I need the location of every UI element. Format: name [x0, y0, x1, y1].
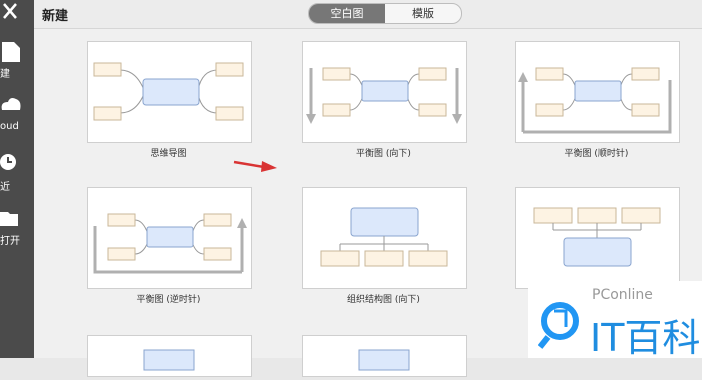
folder-icon	[0, 212, 18, 226]
template-card[interactable]	[302, 335, 467, 377]
template-card-balance-down[interactable]	[302, 41, 467, 143]
balance-clockwise-icon	[518, 67, 672, 134]
balance-down-icon	[306, 67, 462, 124]
cloud-icon	[1, 98, 21, 110]
tab-blank[interactable]: 空白图	[309, 4, 385, 23]
sidebar: 建 oud 近 打开	[0, 0, 34, 358]
sidebar-item-label: 建	[0, 69, 10, 80]
close-icon[interactable]	[0, 0, 20, 22]
mindmap-icon	[93, 62, 244, 121]
view-switcher: 空白图 模版	[308, 3, 462, 24]
watermark-title: IT百科	[590, 316, 701, 360]
template-card-balance-counterclockwise[interactable]	[87, 187, 252, 289]
org-chart-down-icon	[320, 207, 448, 267]
watermark-brand: PConline	[592, 287, 653, 303]
template-caption: 平衡图 (顺时针)	[564, 149, 629, 159]
sidebar-item-label: oud	[0, 121, 19, 132]
template-card-mindmap[interactable]	[87, 41, 252, 143]
balance-counterclockwise-icon	[93, 213, 247, 274]
clock-icon	[0, 154, 16, 170]
org-chart-up-icon	[533, 207, 661, 267]
sidebar-item-label: 近	[0, 182, 10, 193]
new-file-icon	[2, 42, 20, 62]
template-card[interactable]	[87, 335, 252, 377]
template-caption: 思维导图	[150, 149, 187, 159]
template-caption: 平衡图 (向下)	[356, 149, 411, 159]
sidebar-item-open[interactable]: 打开	[0, 208, 34, 248]
template-card-org-chart-down[interactable]	[302, 187, 467, 289]
sidebar-item-label: 打开	[0, 236, 20, 247]
header: 新建 空白图 模版	[34, 0, 702, 29]
sidebar-item-cloud[interactable]: oud	[0, 96, 34, 136]
arrow-annotation-icon	[233, 160, 277, 172]
sidebar-item-new[interactable]: 建	[0, 40, 34, 82]
sidebar-item-recent[interactable]: 近	[0, 152, 34, 196]
template-caption: 组织结构图 (向下)	[347, 295, 420, 305]
template-caption: 平衡图 (逆时针)	[136, 295, 201, 305]
template-thumbnail	[358, 349, 410, 371]
template-card-balance-clockwise[interactable]	[515, 41, 680, 143]
template-thumbnail	[143, 349, 195, 371]
page-title: 新建	[42, 9, 69, 24]
watermark: PConline IT百科	[528, 281, 702, 360]
template-card-org-chart-up[interactable]	[515, 187, 680, 289]
pconline-logo-icon	[538, 302, 579, 349]
tab-template[interactable]: 模版	[385, 4, 461, 23]
